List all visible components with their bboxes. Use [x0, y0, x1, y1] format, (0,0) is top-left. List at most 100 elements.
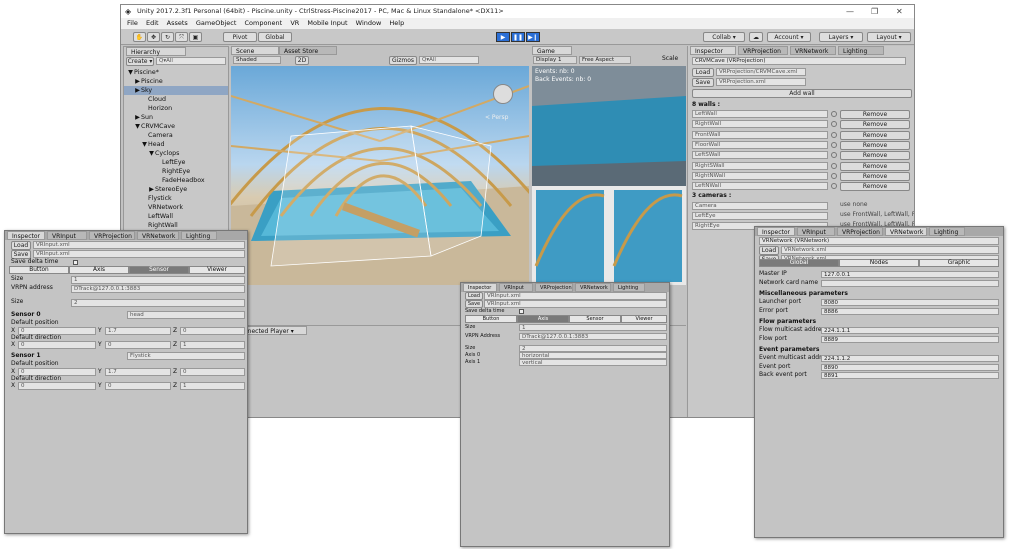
s0-pos-z[interactable]: 0	[180, 327, 245, 335]
tab-inspector[interactable]: Inspector	[463, 283, 497, 292]
size2-field[interactable]: 2	[71, 299, 245, 307]
object-picker-icon[interactable]	[831, 162, 837, 169]
segment-sensor[interactable]: Sensor	[129, 266, 189, 274]
remove-wall-button[interactable]: Remove	[840, 161, 910, 171]
save-delta-checkbox[interactable]	[519, 309, 524, 314]
tab-lighting[interactable]: Lighting	[181, 231, 217, 240]
expand-arrow-icon[interactable]: ▼	[148, 149, 155, 158]
hierarchy-item[interactable]: ▼Cyclops	[124, 149, 228, 158]
hierarchy-item[interactable]: LeftEye	[124, 158, 228, 167]
tab-vrinput[interactable]: VRInput	[499, 283, 533, 292]
setting-field[interactable]: 224.1.1.1	[821, 327, 999, 334]
wall-field[interactable]: RightSWall	[692, 161, 828, 170]
remove-wall-button[interactable]: Remove	[840, 182, 910, 192]
tab-lighting[interactable]: Lighting	[838, 46, 884, 55]
segment-sensor[interactable]: Sensor	[569, 315, 621, 323]
object-picker-icon[interactable]	[831, 121, 837, 128]
tab-vrprojection[interactable]: VRProjection	[837, 227, 883, 236]
menu-component[interactable]: Component	[244, 19, 282, 27]
s1-dir-z[interactable]: 1	[180, 382, 245, 390]
vrpn-field[interactable]: DTrack@127.0.0.1:3883	[519, 333, 667, 340]
layout-button[interactable]: Layout ▾	[867, 32, 911, 42]
setting-field[interactable]: 224.1.1.2	[821, 355, 999, 362]
hierarchy-item[interactable]: ▼Head	[124, 140, 228, 149]
tab-hierarchy[interactable]: Hierarchy	[126, 47, 186, 56]
tab-vrnetwork[interactable]: VRNetwork	[137, 231, 179, 240]
load-file-field[interactable]: VRNetwork.xml	[781, 246, 999, 254]
object-picker-icon[interactable]	[831, 131, 837, 138]
close-button[interactable]: ✕	[896, 5, 903, 18]
wall-field[interactable]: FloorWall	[692, 140, 828, 149]
s1-pos-y[interactable]: 1.7	[105, 368, 171, 376]
s0-dir-x[interactable]: 0	[18, 341, 96, 349]
hierarchy-item[interactable]: ▼CRVMCave	[124, 122, 228, 131]
s1-dir-y[interactable]: 0	[105, 382, 171, 390]
sensor1-name-field[interactable]: Flystick	[127, 352, 245, 360]
wall-field[interactable]: FrontWall	[692, 130, 828, 139]
wall-field[interactable]: RightWall	[692, 120, 828, 129]
camera-field[interactable]: LeftEye	[692, 212, 828, 220]
scene-viewport[interactable]: < Persp	[231, 66, 529, 285]
rect-tool-icon[interactable]: ▣	[189, 32, 202, 42]
setting-field[interactable]	[821, 279, 999, 287]
wall-field[interactable]: LeftNWall	[692, 182, 828, 191]
sensor0-name-field[interactable]: head	[127, 311, 245, 319]
segment-button[interactable]: Button	[465, 315, 517, 323]
scene-gizmo-icon[interactable]	[493, 84, 513, 104]
object-name-field[interactable]: VRNetwork (VRNetwork)	[759, 237, 999, 245]
wall-field[interactable]: RightNWall	[692, 171, 828, 180]
global-button[interactable]: Global	[258, 32, 292, 42]
object-picker-icon[interactable]	[831, 172, 837, 179]
wall-field[interactable]: LeftWall	[692, 110, 828, 118]
expand-arrow-icon[interactable]: ▶	[148, 185, 155, 194]
hierarchy-item[interactable]: Flystick	[124, 194, 228, 203]
tab-vrnetwork[interactable]: VRNetwork	[790, 46, 836, 55]
remove-wall-button[interactable]: Remove	[840, 140, 910, 150]
expand-arrow-icon[interactable]: ▶	[134, 77, 141, 86]
tab-inspector[interactable]: Inspector	[690, 46, 736, 55]
hierarchy-item[interactable]: RightWall	[124, 221, 228, 230]
add-wall-button[interactable]: Add wall	[692, 89, 912, 98]
segment-viewer[interactable]: Viewer	[621, 315, 667, 323]
tab-lighting[interactable]: Lighting	[929, 227, 965, 236]
tab-vrprojection[interactable]: VRProjection	[89, 231, 135, 240]
collab-button[interactable]: Collab ▾	[703, 32, 745, 42]
save-button[interactable]: Save	[692, 78, 714, 87]
expand-arrow-icon[interactable]: ▶	[134, 86, 141, 95]
gizmos-dropdown[interactable]: Gizmos ▾	[389, 56, 417, 72]
account-button[interactable]: Account ▾	[767, 32, 811, 42]
save-file-field[interactable]: VRProjection.xml	[716, 78, 806, 86]
scene-search-input[interactable]: Q▾All	[419, 56, 479, 64]
play-button[interactable]: ▶	[496, 32, 510, 42]
remove-wall-button[interactable]: Remove	[840, 120, 910, 130]
setting-field[interactable]: 8080	[821, 299, 999, 306]
shading-dropdown[interactable]: Shaded	[233, 56, 281, 64]
segment-global[interactable]: Global	[759, 259, 839, 267]
segment-nodes[interactable]: Nodes	[839, 259, 919, 267]
hierarchy-item[interactable]: Cloud	[124, 95, 228, 104]
minimize-button[interactable]: —	[846, 5, 854, 18]
remove-wall-button[interactable]: Remove	[840, 171, 910, 181]
tab-vrinput[interactable]: VRInput	[797, 227, 835, 236]
setting-field[interactable]: 8890	[821, 363, 999, 371]
tab-asset-store[interactable]: Asset Store	[279, 46, 337, 55]
expand-arrow-icon[interactable]: ▼	[134, 122, 141, 131]
hierarchy-item[interactable]: Camera	[124, 131, 228, 140]
hierarchy-item[interactable]: FadeHeadbox	[124, 176, 228, 185]
object-picker-icon[interactable]	[831, 183, 837, 190]
tab-vrprojection[interactable]: VRProjection	[738, 46, 788, 55]
load-file-field[interactable]: VRInput.xml	[33, 241, 245, 249]
segment-graphic[interactable]: Graphic	[919, 259, 999, 267]
menu-vr[interactable]: VR	[290, 19, 299, 27]
load-button[interactable]: Load	[692, 68, 714, 77]
hierarchy-item[interactable]: RightEye	[124, 167, 228, 176]
tab-vrnetwork[interactable]: VRNetwork	[575, 283, 611, 292]
size-field[interactable]: 1	[71, 276, 245, 284]
load-file-field[interactable]: VRProjection/CRVMCave.xml	[716, 68, 806, 76]
menu-mobile-input[interactable]: Mobile Input	[307, 19, 347, 27]
s0-dir-z[interactable]: 1	[180, 341, 245, 349]
hierarchy-search-input[interactable]: Q▾All	[156, 57, 226, 65]
menu-gameobject[interactable]: GameObject	[196, 19, 237, 27]
menu-assets[interactable]: Assets	[167, 19, 188, 27]
vrpn-field[interactable]: DTrack@127.0.0.1:3883	[71, 285, 245, 293]
